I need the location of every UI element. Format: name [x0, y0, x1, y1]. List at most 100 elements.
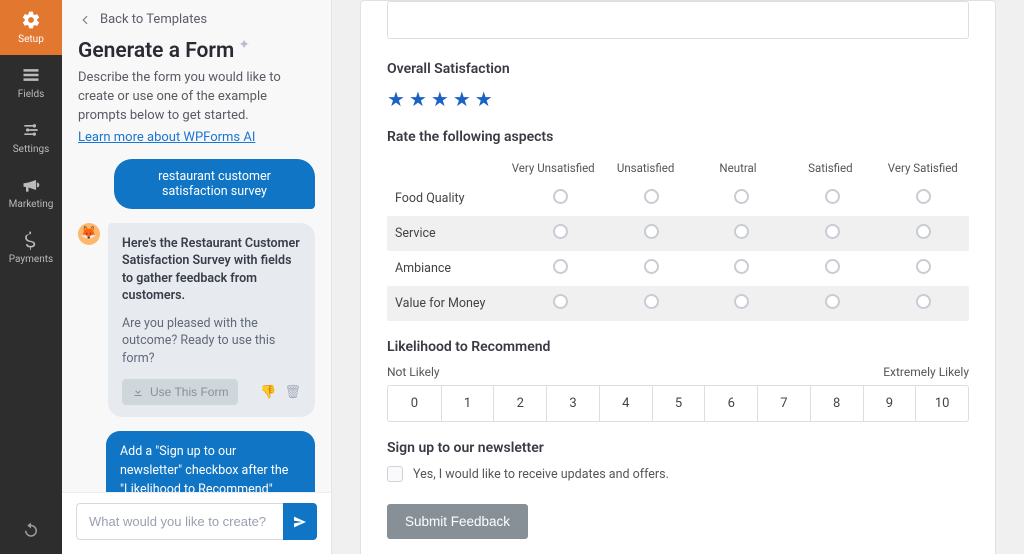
- nps-option[interactable]: 4: [599, 386, 652, 421]
- dislike-icon[interactable]: 👎: [260, 385, 276, 400]
- radio-option[interactable]: [916, 259, 931, 274]
- ai-avatar: 🦊: [78, 223, 100, 245]
- radio-option[interactable]: [734, 294, 749, 309]
- panel-description: Describe the form you would like to crea…: [78, 69, 315, 126]
- nav-payments[interactable]: Payments: [0, 220, 62, 275]
- likert-col-header: Very Unsatisfied: [507, 155, 599, 181]
- likert-col-header: Satisfied: [784, 155, 876, 181]
- use-this-form-button[interactable]: Use This Form: [122, 379, 238, 405]
- radio-option[interactable]: [825, 294, 840, 309]
- nav-label: Marketing: [9, 199, 54, 210]
- undo-icon: [22, 521, 40, 539]
- checkbox-label: Yes, I would like to receive updates and…: [413, 467, 669, 482]
- likert-row: Ambiance: [387, 251, 969, 286]
- nps-option[interactable]: 8: [810, 386, 863, 421]
- nps-option[interactable]: 1: [441, 386, 494, 421]
- send-button[interactable]: [283, 503, 317, 540]
- radio-option[interactable]: [553, 189, 568, 204]
- nav-setup[interactable]: Setup: [0, 0, 62, 55]
- ai-response-card: Here's the Restaurant Customer Satisfact…: [108, 223, 315, 418]
- ai-response-question: Are you pleased with the outcome? Ready …: [122, 315, 301, 368]
- radio-option[interactable]: [644, 259, 659, 274]
- nps-option[interactable]: 0: [388, 386, 441, 421]
- nps-option[interactable]: 10: [915, 386, 968, 421]
- likert-row-label: Ambiance: [395, 261, 515, 276]
- likert-col-header: Very Satisfied: [877, 155, 969, 181]
- radio-option[interactable]: [825, 189, 840, 204]
- radio-option[interactable]: [916, 294, 931, 309]
- example-prompt-chip[interactable]: restaurant customer satisfaction survey: [114, 159, 315, 209]
- radio-option[interactable]: [916, 224, 931, 239]
- star-icon[interactable]: ★: [475, 87, 493, 111]
- radio-option[interactable]: [825, 259, 840, 274]
- radio-option[interactable]: [734, 189, 749, 204]
- download-icon: [132, 386, 144, 398]
- nps-option[interactable]: 5: [652, 386, 705, 421]
- panel-title: Generate a Form: [78, 39, 234, 63]
- prompt-input[interactable]: [76, 503, 283, 540]
- dollar-icon: [21, 230, 41, 250]
- radio-option[interactable]: [734, 259, 749, 274]
- nps-option[interactable]: 9: [863, 386, 916, 421]
- nps-option[interactable]: 3: [546, 386, 599, 421]
- radio-option[interactable]: [644, 294, 659, 309]
- radio-option[interactable]: [553, 294, 568, 309]
- history-button[interactable]: [0, 506, 62, 554]
- form-preview-canvas: Overall Satisfaction ★ ★ ★ ★ ★ Rate the …: [332, 0, 1024, 554]
- nps-option[interactable]: 2: [493, 386, 546, 421]
- nav-label: Payments: [9, 254, 53, 265]
- checkbox[interactable]: [387, 466, 403, 482]
- nav-label: Settings: [13, 144, 50, 155]
- nav-marketing[interactable]: Marketing: [0, 165, 62, 220]
- builder-nav-rail: Setup Fields Settings Marketing Payments: [0, 0, 62, 554]
- prompt-input-row: [62, 492, 331, 554]
- star-icon[interactable]: ★: [453, 87, 471, 111]
- star-icon[interactable]: ★: [387, 87, 405, 111]
- likert-col-header: Neutral: [692, 155, 784, 181]
- likert-row-label: Service: [395, 226, 515, 241]
- overall-satisfaction-label: Overall Satisfaction: [387, 61, 969, 77]
- send-icon: [292, 514, 308, 530]
- nav-settings[interactable]: Settings: [0, 110, 62, 165]
- nps-option[interactable]: 7: [757, 386, 810, 421]
- radio-option[interactable]: [825, 224, 840, 239]
- star-icon[interactable]: ★: [431, 87, 449, 111]
- trash-icon[interactable]: 🗑: [284, 385, 301, 400]
- nps-option[interactable]: 6: [704, 386, 757, 421]
- newsletter-checkbox-row[interactable]: Yes, I would like to receive updates and…: [387, 466, 969, 482]
- likert-table: Very Unsatisfied Unsatisfied Neutral Sat…: [387, 155, 969, 321]
- back-label: Back to Templates: [100, 12, 207, 27]
- gear-icon: [21, 10, 41, 30]
- likert-row-label: Food Quality: [395, 191, 515, 206]
- submit-button[interactable]: Submit Feedback: [387, 504, 528, 539]
- radio-option[interactable]: [553, 259, 568, 274]
- radio-option[interactable]: [644, 189, 659, 204]
- likert-col-header: Unsatisfied: [599, 155, 691, 181]
- likert-row: Value for Money: [387, 286, 969, 321]
- radio-option[interactable]: [553, 224, 568, 239]
- nps-high-label: Extremely Likely: [883, 365, 969, 379]
- nps-scale: 0 1 2 3 4 5 6 7 8 9 10: [387, 385, 969, 422]
- back-to-templates[interactable]: Back to Templates: [62, 0, 331, 35]
- megaphone-icon: [21, 175, 41, 195]
- star-rating[interactable]: ★ ★ ★ ★ ★: [387, 87, 969, 111]
- nps-label: Likelihood to Recommend: [387, 339, 969, 355]
- newsletter-label: Sign up to our newsletter: [387, 440, 969, 456]
- radio-option[interactable]: [644, 224, 659, 239]
- radio-option[interactable]: [734, 224, 749, 239]
- likert-row-label: Value for Money: [395, 296, 515, 311]
- ai-response-headline: Here's the Restaurant Customer Satisfact…: [122, 235, 301, 305]
- nps-low-label: Not Likely: [387, 365, 440, 379]
- learn-more-link[interactable]: Learn more about WPForms AI: [78, 130, 255, 145]
- user-followup-bubble: Add a "Sign up to our newsletter" checkb…: [106, 431, 315, 492]
- radio-option[interactable]: [916, 189, 931, 204]
- arrow-left-icon: [78, 13, 92, 27]
- form-card: Overall Satisfaction ★ ★ ★ ★ ★ Rate the …: [360, 0, 996, 554]
- aspects-label: Rate the following aspects: [387, 129, 969, 145]
- ai-builder-panel: Back to Templates Generate a Form ✦ Desc…: [62, 0, 332, 554]
- sliders-icon: [21, 120, 41, 140]
- star-icon[interactable]: ★: [409, 87, 427, 111]
- text-field-placeholder[interactable]: [387, 1, 969, 39]
- sparkle-icon: ✦: [238, 37, 250, 53]
- nav-fields[interactable]: Fields: [0, 55, 62, 110]
